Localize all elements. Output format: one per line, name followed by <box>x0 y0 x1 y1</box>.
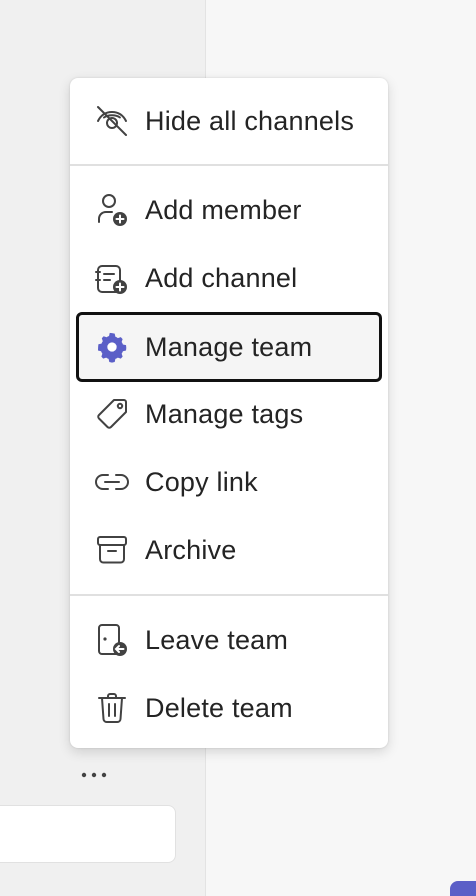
join-create-team-box[interactable] <box>0 805 176 863</box>
gear-icon <box>94 329 130 365</box>
menu-item-leave-team[interactable]: Leave team <box>78 608 380 672</box>
more-options-button[interactable] <box>76 760 112 788</box>
team-options-menu: Hide all channels Add member Add channel… <box>70 78 388 748</box>
menu-item-label: Add member <box>145 194 302 225</box>
menu-item-archive[interactable]: Archive <box>78 518 380 582</box>
menu-item-label: Add channel <box>145 262 298 293</box>
person-add-icon <box>94 192 130 228</box>
tag-icon <box>94 396 130 432</box>
archive-icon <box>94 532 130 568</box>
eye-off-icon <box>94 103 130 139</box>
trash-icon <box>94 690 130 726</box>
menu-item-manage-team[interactable]: Manage team <box>76 312 382 382</box>
accent-button-partial[interactable] <box>450 881 476 896</box>
menu-item-label: Copy link <box>145 466 258 497</box>
menu-item-hide-all-channels[interactable]: Hide all channels <box>78 89 380 153</box>
menu-item-manage-tags[interactable]: Manage tags <box>78 382 380 446</box>
menu-item-copy-link[interactable]: Copy link <box>78 450 380 514</box>
menu-divider <box>70 594 388 596</box>
menu-item-label: Manage tags <box>145 398 304 429</box>
more-options-icon <box>81 765 107 783</box>
channel-add-icon <box>94 260 130 296</box>
menu-item-label: Leave team <box>145 624 289 655</box>
menu-item-label: Delete team <box>145 692 293 723</box>
menu-item-add-member[interactable]: Add member <box>78 178 380 242</box>
leave-icon <box>94 622 130 658</box>
menu-item-add-channel[interactable]: Add channel <box>78 246 380 310</box>
menu-item-label: Hide all channels <box>145 105 355 136</box>
link-icon <box>94 464 130 500</box>
menu-item-delete-team[interactable]: Delete team <box>78 676 380 740</box>
menu-item-label: Manage team <box>145 331 313 362</box>
menu-item-label: Archive <box>145 534 237 565</box>
menu-divider <box>70 164 388 166</box>
